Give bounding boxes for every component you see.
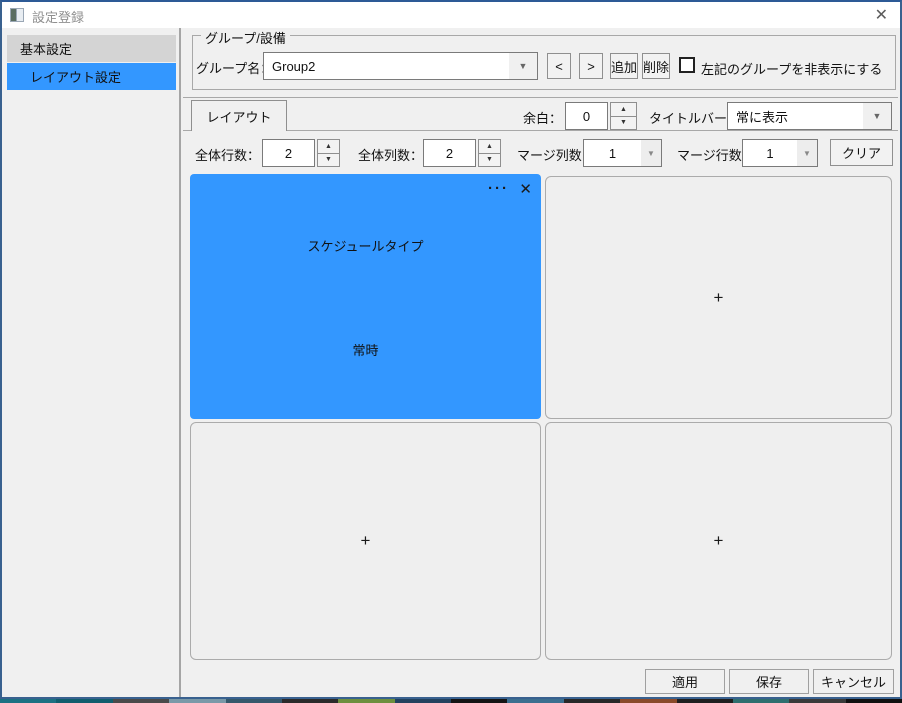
merge-rows-value: 1 [766,145,774,161]
tabstrip-line [183,130,898,131]
spin-up-icon[interactable]: ▲ [317,139,340,154]
chevron-down-icon[interactable]: ▼ [509,53,537,79]
section-separator [183,97,898,98]
screen: 設定登録 ✕ 基本設定 レイアウト設定 グループ/設備 グループ名： Group… [0,0,902,703]
app-window-icon [10,8,24,22]
add-content-icon[interactable]: + [546,423,891,659]
apply-button[interactable]: 適用 [645,669,725,694]
titlebar-mode-combobox[interactable]: 常に表示 ▼ [727,102,892,130]
close-window-icon[interactable]: ✕ [875,5,888,25]
titlebar-mode-value: 常に表示 [736,109,789,125]
grid-cell-active[interactable]: ··· ✕ スケジュールタイプ 常時 [190,174,541,419]
sidebar-item-layout-settings[interactable]: レイアウト設定 [7,63,176,90]
merge-cols-combobox[interactable]: 1 ▼ [583,139,662,167]
total-rows-input[interactable]: 2 [262,139,315,167]
add-content-icon[interactable]: + [546,177,891,418]
chevron-down-icon[interactable]: ▼ [797,140,817,166]
settings-dialog: 設定登録 ✕ 基本設定 レイアウト設定 グループ/設備 グループ名： Group… [0,0,902,699]
total-rows-label: 全体行数： [195,148,261,163]
margin-input[interactable]: 0 [565,102,608,130]
app-icon-pane [16,9,23,21]
cell-schedule-type-text: スケジュールタイプ [307,239,424,254]
cell-menu-icon[interactable]: ··· [488,180,509,197]
cell-schedule-value-text: 常時 [352,343,379,358]
merge-rows-combobox[interactable]: 1 ▼ [742,139,818,167]
group-next-button[interactable]: > [579,53,603,79]
grid-cell-empty-bottom-right[interactable]: + [545,422,892,660]
tab-layout[interactable]: レイアウト [191,100,287,131]
desktop-strip [0,699,902,703]
sidebar-item-label: レイアウト設定 [30,70,122,85]
total-cols-input[interactable]: 2 [423,139,476,167]
save-button[interactable]: 保存 [729,669,809,694]
margin-stepper: ▲ ▼ [610,102,637,130]
titlebar[interactable]: 設定登録 ✕ [2,2,900,28]
chevron-down-icon[interactable]: ▼ [641,140,661,166]
window-title: 設定登録 [32,10,85,25]
layout-settings-panel: グループ/設備 グループ名： Group2 ▼ < > 追加 削除 左記のグルー… [183,28,900,697]
settings-nav-sidebar: 基本設定 レイアウト設定 [2,28,181,697]
group-prev-button[interactable]: < [547,53,571,79]
groupbox-label: グループ/設備 [201,28,290,47]
cancel-button[interactable]: キャンセル [813,669,894,694]
spin-down-icon[interactable]: ▼ [610,116,637,130]
margin-label: 余白： [523,111,563,126]
group-name-combobox[interactable]: Group2 ▼ [263,52,538,80]
cell-close-icon[interactable]: ✕ [519,180,532,198]
group-add-button[interactable]: 追加 [610,53,638,79]
grid-cell-empty-top-right[interactable]: + [545,176,892,419]
group-delete-button[interactable]: 削除 [642,53,670,79]
group-name-label: グループ名： [196,61,274,76]
hide-group-checkbox[interactable] [679,57,695,73]
spin-up-icon[interactable]: ▲ [478,139,501,154]
total-cols-label: 全体列数： [358,148,424,163]
total-cols-stepper: ▲ ▼ [478,139,501,167]
tab-layout-label: レイアウト [206,109,272,125]
spin-down-icon[interactable]: ▼ [478,153,501,167]
clear-button[interactable]: クリア [830,139,893,166]
add-content-icon[interactable]: + [191,423,540,659]
total-rows-stepper: ▲ ▼ [317,139,340,167]
sidebar-item-label: 基本設定 [20,42,73,57]
merge-cols-value: 1 [608,145,617,161]
grid-cell-empty-bottom-left[interactable]: + [190,422,541,660]
spin-up-icon[interactable]: ▲ [610,102,637,117]
hide-group-checkbox-label: 左記のグループを非表示にする [701,62,883,77]
chevron-down-icon[interactable]: ▼ [863,103,891,129]
spin-down-icon[interactable]: ▼ [317,153,340,167]
group-name-value: Group2 [272,58,316,74]
sidebar-item-basic-settings[interactable]: 基本設定 [7,35,176,62]
